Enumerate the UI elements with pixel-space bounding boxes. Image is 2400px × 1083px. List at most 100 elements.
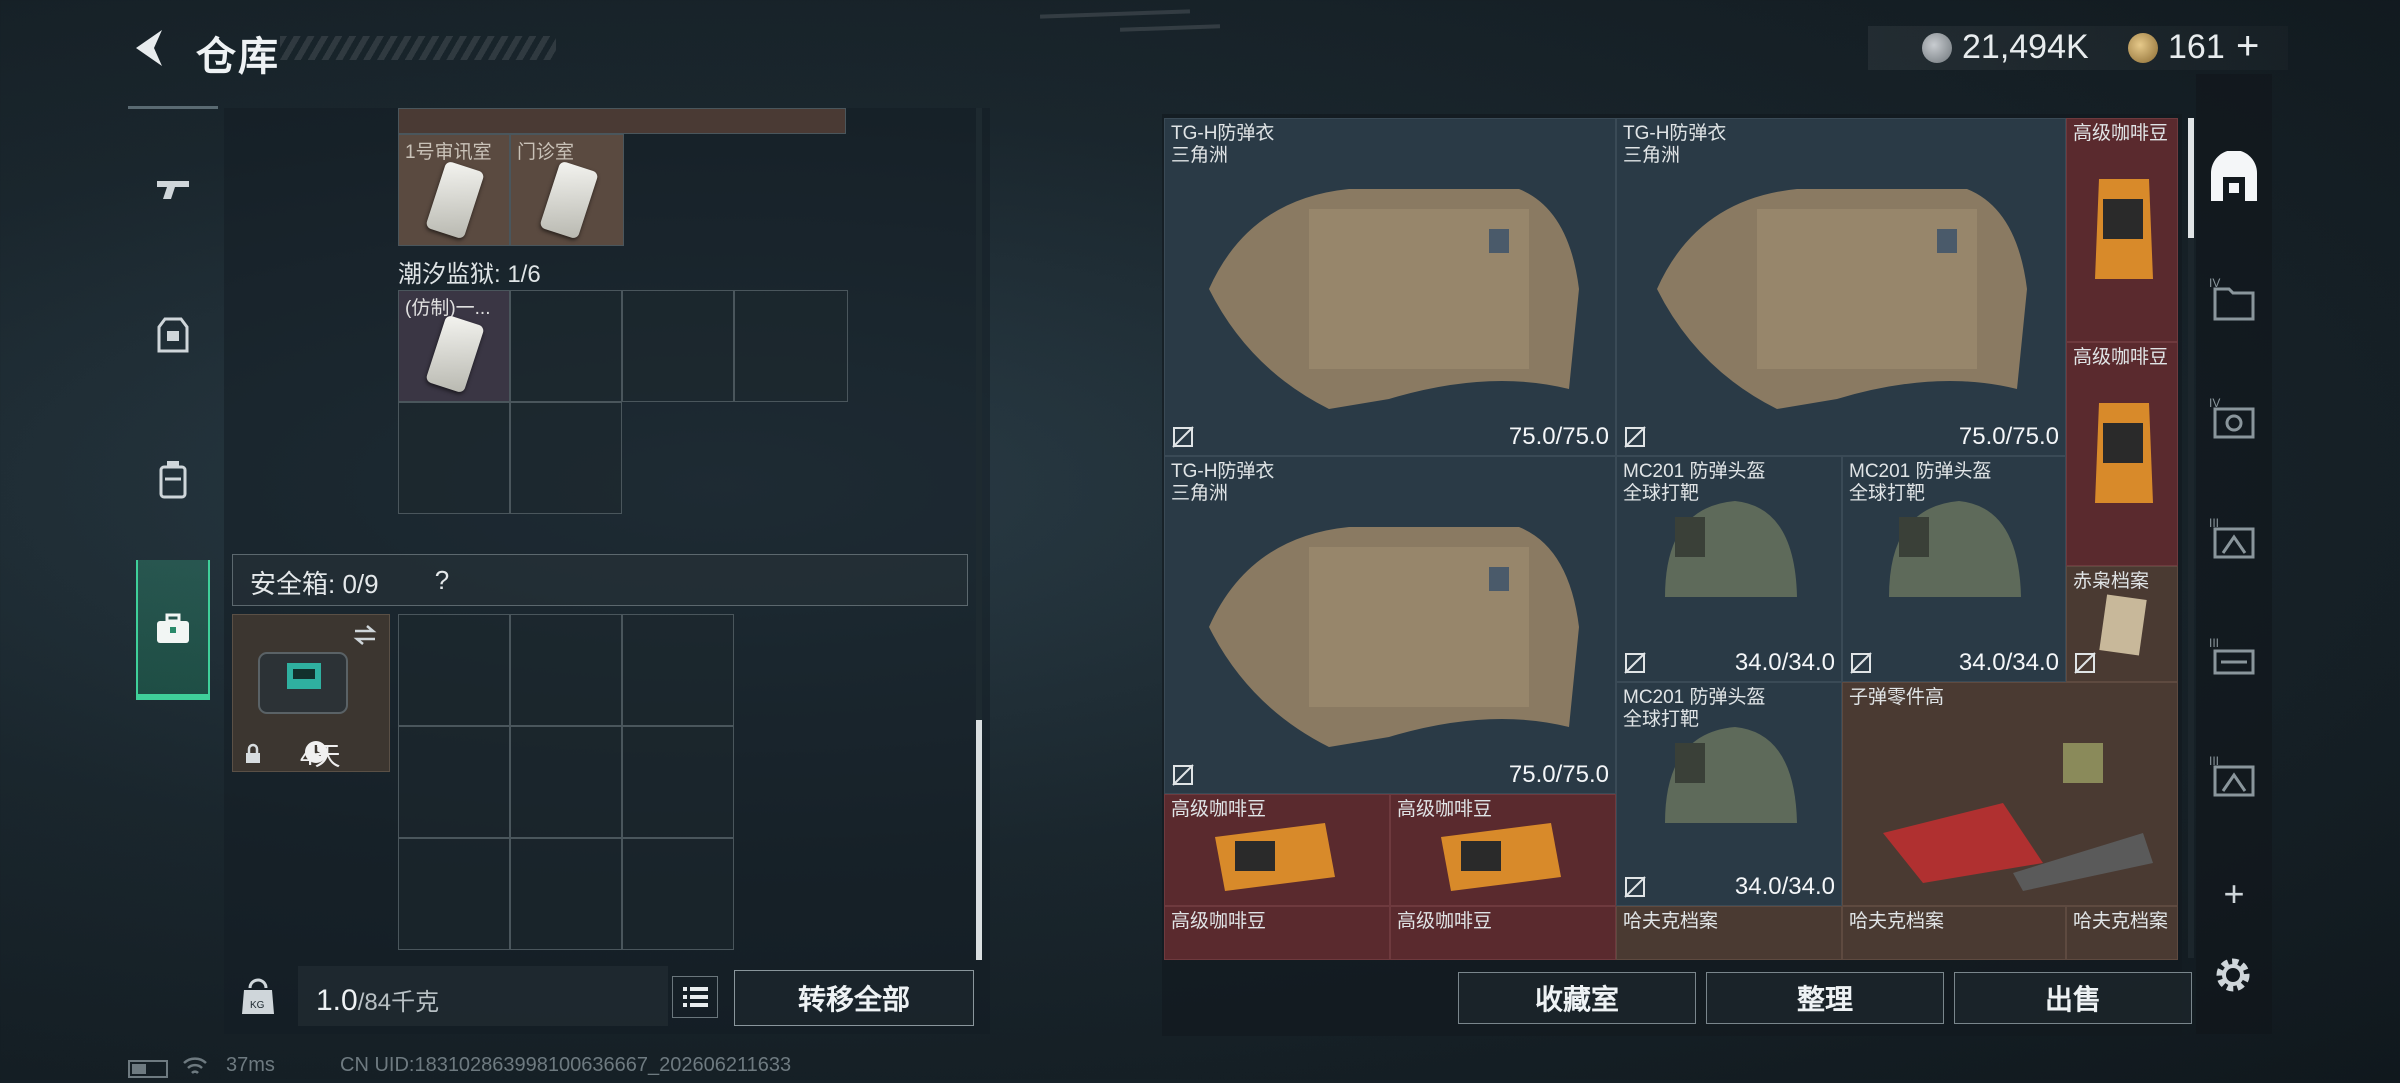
nav-active-indicator bbox=[136, 694, 210, 700]
gear-box-tier-icon: IV bbox=[2209, 396, 2255, 439]
stash-tab-main[interactable] bbox=[2196, 128, 2272, 228]
back-arrow-icon bbox=[136, 30, 162, 66]
transfer-all-button[interactable]: 转移全部 bbox=[734, 970, 974, 1026]
nav-tab-backpack[interactable] bbox=[128, 414, 218, 544]
safe-box-label: 安全箱: 0/9 bbox=[250, 569, 379, 599]
nav-tab-safe-box-icon-wrap bbox=[128, 564, 218, 694]
stash-item[interactable]: 哈夫克档案 bbox=[1842, 906, 2066, 960]
stash-item[interactable]: 高级咖啡豆 bbox=[2066, 118, 2178, 342]
item-name: 高级咖啡豆 bbox=[1171, 911, 1267, 932]
empty-slot[interactable] bbox=[622, 838, 734, 950]
stash-item[interactable]: 子弹零件高 bbox=[1842, 682, 2178, 906]
keycard-icon bbox=[425, 160, 485, 240]
stash-item[interactable]: MC201 防弹头盔 全球打靶 34.0/34.0 bbox=[1842, 456, 2066, 682]
svg-text:IV: IV bbox=[2209, 276, 2220, 290]
storage-scrollbar-thumb[interactable] bbox=[976, 720, 982, 960]
empty-slot[interactable] bbox=[510, 290, 622, 402]
stash-tab-4a[interactable]: IV bbox=[2196, 250, 2272, 350]
empty-slot[interactable] bbox=[510, 838, 622, 950]
svg-text:III: III bbox=[2209, 754, 2219, 768]
swap-icon bbox=[353, 625, 377, 645]
no-transfer-icon bbox=[1624, 652, 1646, 674]
storage-item-cell[interactable]: 1号审讯室 bbox=[398, 134, 510, 246]
item-name: TG-H防弹衣 三角洲 bbox=[1171, 461, 1275, 504]
stash-item[interactable]: 赤枭档案 bbox=[2066, 566, 2178, 682]
nav-divider bbox=[128, 106, 218, 109]
stash-item[interactable]: MC201 防弹头盔 全球打靶 34.0/34.0 bbox=[1616, 682, 1842, 906]
empty-slot[interactable] bbox=[398, 838, 510, 950]
empty-slot[interactable] bbox=[398, 402, 510, 514]
stash-tab-3a[interactable]: III bbox=[2196, 490, 2272, 590]
durability-text: 75.0/75.0 bbox=[1958, 423, 2059, 450]
no-transfer-icon bbox=[1850, 652, 1872, 674]
armor-vest-item-icon bbox=[1209, 527, 1579, 747]
stash-item[interactable]: 高级咖啡豆 bbox=[1390, 794, 1616, 906]
help-button[interactable]: ? bbox=[422, 560, 462, 600]
wifi-icon bbox=[182, 1054, 208, 1078]
keycard-icon bbox=[539, 160, 599, 240]
stash-scrollbar-thumb[interactable] bbox=[2188, 118, 2194, 238]
ammo-parts-icon bbox=[1883, 743, 2153, 891]
back-button[interactable] bbox=[120, 22, 200, 78]
no-transfer-icon bbox=[1624, 426, 1646, 448]
durability-text: 34.0/34.0 bbox=[1734, 649, 1835, 676]
empty-slot[interactable] bbox=[510, 402, 622, 514]
empty-slot[interactable] bbox=[398, 614, 510, 726]
item-label: 门诊室 bbox=[517, 142, 575, 163]
empty-slot[interactable] bbox=[622, 290, 734, 402]
no-transfer-icon bbox=[1624, 876, 1646, 898]
collection-room-button[interactable]: 收藏室 bbox=[1458, 972, 1696, 1024]
empty-slot[interactable] bbox=[398, 726, 510, 838]
durability-text: 34.0/34.0 bbox=[1958, 649, 2059, 676]
stash-item[interactable]: MC201 防弹头盔 全球打靶 34.0/34.0 bbox=[1616, 456, 1842, 682]
storage-item-cell[interactable]: 门诊室 bbox=[510, 134, 624, 246]
case-tier-icon: III bbox=[2209, 754, 2255, 797]
list-view-button[interactable] bbox=[672, 976, 718, 1018]
battery-icon bbox=[128, 1060, 168, 1078]
svg-text:KG: KG bbox=[250, 1000, 265, 1011]
sort-button[interactable]: 整理 bbox=[1706, 972, 1944, 1024]
weight-icon: KG bbox=[240, 976, 276, 1016]
stash-item[interactable]: 高级咖啡豆 bbox=[1390, 906, 1616, 960]
page-title: 仓库 bbox=[196, 35, 280, 79]
stash-item[interactable]: 哈夫克档案 bbox=[1616, 906, 1842, 960]
stash-item[interactable]: TG-H防弹衣 三角洲 75.0/75.0 bbox=[1164, 118, 1616, 456]
stash-item[interactable]: 高级咖啡豆 bbox=[2066, 342, 2178, 566]
stash-item[interactable]: 高级咖啡豆 bbox=[1164, 906, 1390, 960]
empty-slot[interactable] bbox=[734, 290, 848, 402]
stash-tab-3b[interactable]: III bbox=[2196, 610, 2272, 710]
coffee-bag-icon bbox=[1215, 823, 1335, 891]
stash-tab-4b[interactable]: IV bbox=[2196, 370, 2272, 470]
empty-slot[interactable] bbox=[510, 614, 622, 726]
item-label: 1号审讯室 bbox=[405, 142, 492, 163]
stash-tab-3c[interactable]: III bbox=[2196, 728, 2272, 828]
briefcase-icon bbox=[157, 613, 189, 643]
nav-tab-weapons[interactable] bbox=[128, 124, 218, 254]
title-decoration bbox=[280, 36, 556, 60]
ping-text: 37ms bbox=[226, 1054, 275, 1076]
add-currency-button[interactable]: + bbox=[2236, 24, 2259, 69]
backpack-icon bbox=[159, 461, 187, 499]
empty-slot[interactable] bbox=[622, 614, 734, 726]
safe-box-remaining-time: 4天 bbox=[300, 741, 341, 771]
case-tier-icon: III bbox=[2209, 516, 2255, 559]
empty-slot[interactable] bbox=[622, 726, 734, 838]
stash-item[interactable]: TG-H防弹衣 三角洲 75.0/75.0 bbox=[1164, 456, 1616, 794]
item-name: 高级咖啡豆 bbox=[1397, 911, 1493, 932]
stash-scrollbar[interactable] bbox=[2188, 118, 2194, 958]
coffee-bag-icon bbox=[2095, 403, 2153, 503]
nav-tab-armor[interactable] bbox=[128, 270, 218, 400]
weight-max: /84千克 bbox=[357, 989, 440, 1016]
stash-item[interactable]: 哈夫克档案 bbox=[2066, 906, 2178, 960]
no-transfer-icon bbox=[1172, 426, 1194, 448]
stash-item[interactable]: TG-H防弹衣 三角洲 75.0/75.0 bbox=[1616, 118, 2066, 456]
add-stash-tab-button[interactable]: + bbox=[2214, 873, 2254, 914]
stash-item[interactable]: 高级咖啡豆 bbox=[1164, 794, 1390, 906]
item-name: 哈夫克档案 bbox=[1849, 911, 1945, 932]
empty-slot[interactable] bbox=[510, 726, 622, 838]
container-label: 潮汐监狱: 1/6 bbox=[398, 261, 541, 288]
sell-button[interactable]: 出售 bbox=[1954, 972, 2192, 1024]
item-name: 哈夫克档案 bbox=[1623, 911, 1719, 932]
storage-item-cell[interactable]: (仿制)一... bbox=[398, 290, 510, 402]
settings-button[interactable] bbox=[2210, 952, 2256, 998]
